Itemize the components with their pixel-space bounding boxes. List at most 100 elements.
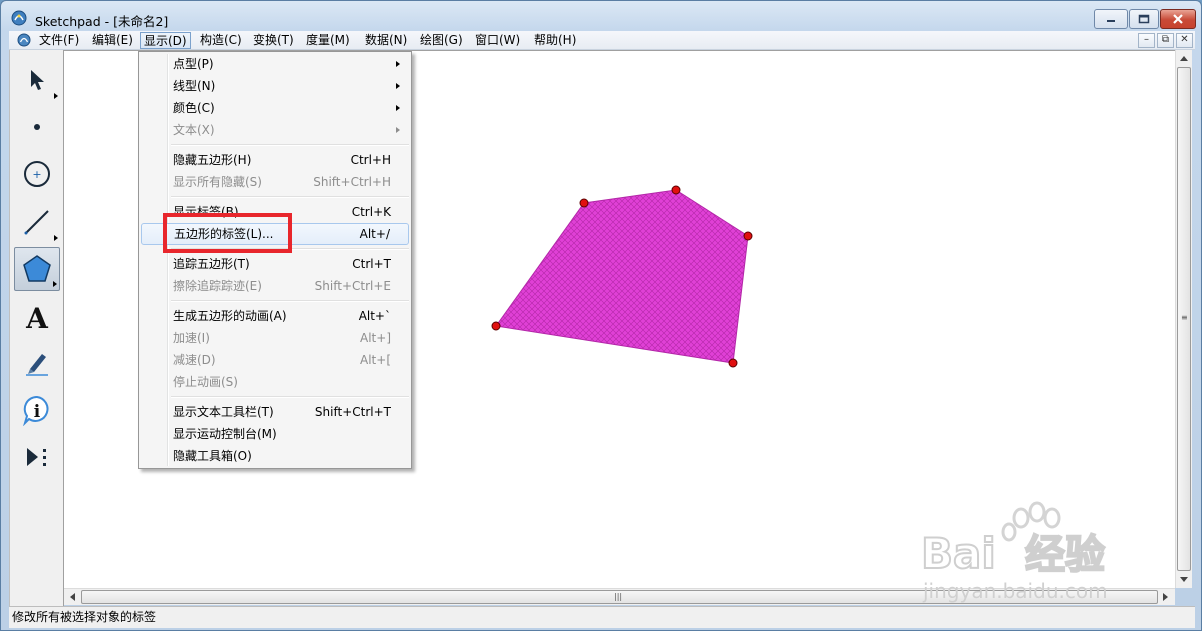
polygon-tool[interactable]	[14, 247, 60, 291]
maximize-button[interactable]	[1129, 9, 1159, 29]
menu-measure[interactable]: 度量(M)	[303, 32, 353, 49]
point-icon	[34, 124, 40, 130]
doc-close-button[interactable]: ✕	[1176, 33, 1193, 48]
pentagon-icon	[23, 255, 51, 282]
grip-icon: |||	[614, 592, 623, 601]
horizontal-scroll-thumb[interactable]: |||	[81, 590, 1158, 604]
horizontal-scrollbar[interactable]: |||	[64, 588, 1175, 605]
submenu-arrow-icon	[396, 61, 400, 67]
menu-item-label: 加速(I)	[173, 331, 210, 345]
menu-item: 减速(D) Alt+[	[141, 349, 409, 371]
scroll-left-icon[interactable]	[69, 593, 75, 601]
menu-data[interactable]: 数据(N)	[362, 32, 410, 49]
menu-item-label: 减速(D)	[173, 353, 216, 367]
menu-item-shortcut: Alt+`	[358, 309, 391, 323]
document-icon[interactable]	[17, 33, 31, 47]
menu-item-label: 隐藏五边形(H)	[173, 153, 252, 167]
custom-tool[interactable]	[14, 435, 60, 479]
menu-item-label: 停止动画(S)	[173, 375, 238, 389]
scroll-right-icon[interactable]	[1163, 593, 1169, 601]
vertical-scroll-thumb[interactable]: ≡	[1177, 67, 1191, 571]
menu-item-label: 隐藏工具箱(O)	[173, 449, 252, 463]
menu-item[interactable]: 显示运动控制台(M)	[141, 423, 409, 445]
menu-help[interactable]: 帮助(H)	[531, 32, 579, 49]
vertical-scrollbar[interactable]: ≡	[1175, 50, 1192, 588]
doc-minimize-button[interactable]: –	[1138, 33, 1155, 48]
menu-item: 加速(I) Alt+]	[141, 327, 409, 349]
text-tool[interactable]: A	[14, 295, 60, 339]
text-icon: A	[25, 302, 49, 332]
close-button[interactable]	[1160, 9, 1196, 29]
menu-item-shortcut: Alt+[	[360, 353, 391, 367]
menu-item-label: 线型(N)	[173, 79, 216, 93]
vertex-point[interactable]	[728, 358, 738, 368]
menu-item: 擦除追踪踪迹(E) Shift+Ctrl+E	[141, 275, 409, 297]
submenu-arrow-icon	[396, 83, 400, 89]
menu-display[interactable]: 显示(D)	[140, 32, 191, 49]
menu-item: 显示所有隐藏(S) Shift+Ctrl+H	[141, 171, 409, 193]
menu-item-shortcut: Alt+/	[359, 227, 390, 241]
tool-options-arrow[interactable]	[54, 235, 58, 241]
menu-item-label: 显示运动控制台(M)	[173, 427, 277, 441]
submenu-arrow-icon	[396, 105, 400, 111]
menu-item-shortcut: Shift+Ctrl+T	[314, 405, 391, 419]
doc-restore-button[interactable]: ⧉	[1157, 33, 1174, 48]
menu-item-shortcut: Alt+]	[360, 331, 391, 345]
scroll-up-icon[interactable]	[1180, 55, 1188, 61]
menu-item-shortcut: Shift+Ctrl+E	[314, 279, 391, 293]
tool-options-arrow[interactable]	[54, 93, 58, 99]
svg-text:A: A	[25, 302, 49, 332]
menu-item: 文本(X)	[141, 119, 409, 141]
menu-item[interactable]: 追踪五边形(T) Ctrl+T	[141, 253, 409, 275]
menu-item-label: 文本(X)	[173, 123, 215, 137]
menu-edit[interactable]: 编辑(E)	[89, 32, 136, 49]
window-title: Sketchpad - [未命名2]	[35, 14, 169, 29]
close-icon	[1173, 14, 1183, 24]
menu-separator	[171, 396, 409, 398]
vertex-point[interactable]	[743, 231, 753, 241]
menu-file[interactable]: 文件(F)	[36, 32, 82, 49]
menu-window[interactable]: 窗口(W)	[472, 32, 523, 49]
menu-item[interactable]: 点型(P)	[141, 53, 409, 75]
minimize-button[interactable]	[1094, 9, 1128, 29]
menu-construct[interactable]: 构造(C)	[197, 32, 245, 49]
title-bar[interactable]: Sketchpad - [未命名2]	[1, 1, 1201, 31]
menu-item[interactable]: 生成五边形的动画(A) Alt+`	[141, 305, 409, 327]
arrow-icon	[31, 70, 44, 90]
menu-graph[interactable]: 绘图(G)	[417, 32, 466, 49]
vertex-point[interactable]	[491, 321, 501, 331]
status-bar: 修改所有被选择对象的标签	[9, 606, 1195, 628]
menu-item-label: 颜色(C)	[173, 101, 215, 115]
scroll-down-icon[interactable]	[1180, 577, 1188, 583]
menu-item-label: 追踪五边形(T)	[173, 257, 250, 271]
submenu-arrow-icon	[396, 127, 400, 133]
menu-separator	[171, 300, 409, 302]
menu-item-label: 显示所有隐藏(S)	[173, 175, 262, 189]
straightedge-tool[interactable]	[14, 200, 60, 244]
menu-item[interactable]: 隐藏工具箱(O)	[141, 445, 409, 467]
toolbox: + A i	[9, 50, 64, 606]
menu-item[interactable]: 颜色(C)	[141, 97, 409, 119]
menu-separator	[171, 144, 409, 146]
sketchpad-app-icon	[11, 10, 27, 26]
menu-item[interactable]: 显示文本工具栏(T) Shift+Ctrl+T	[141, 401, 409, 423]
display-menu-dropdown: 点型(P) 线型(N) 颜色(C) 文本(X) 隐藏五边形(H) Ctrl+H 显示所有隐藏…	[138, 51, 412, 469]
svg-text:i: i	[34, 402, 41, 422]
circle-icon: +	[24, 161, 50, 187]
vertex-point[interactable]	[579, 198, 589, 208]
point-tool[interactable]	[14, 105, 60, 149]
red-highlight-box	[163, 213, 292, 253]
information-tool[interactable]: i	[14, 388, 60, 432]
compass-tool[interactable]: +	[14, 152, 60, 196]
menu-item-shortcut: Ctrl+T	[352, 257, 391, 271]
vertex-point[interactable]	[671, 185, 681, 195]
custom-tool-icon	[27, 448, 46, 466]
arrow-tool[interactable]	[14, 58, 60, 102]
menu-item[interactable]: 线型(N)	[141, 75, 409, 97]
marker-tool[interactable]	[14, 341, 60, 385]
minimize-icon	[1107, 20, 1115, 22]
tool-options-arrow[interactable]	[53, 281, 57, 287]
menu-transform[interactable]: 变换(T)	[250, 32, 297, 49]
pentagon-shape[interactable]	[495, 189, 749, 364]
menu-item[interactable]: 隐藏五边形(H) Ctrl+H	[141, 149, 409, 171]
